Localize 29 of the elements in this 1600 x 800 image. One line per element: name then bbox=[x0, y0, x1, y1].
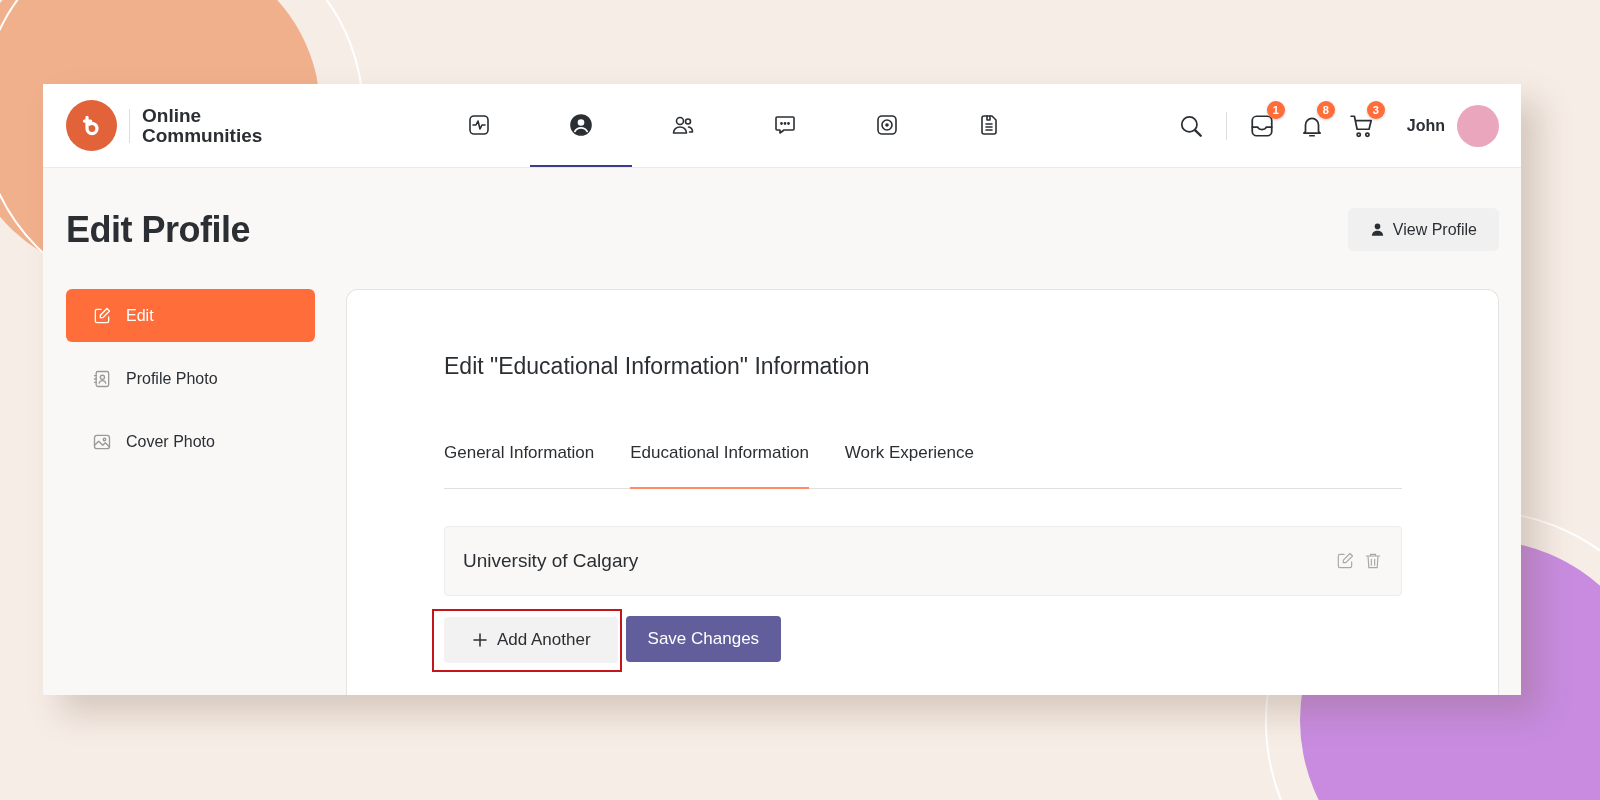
sidebar-item[interactable]: Profile Photo bbox=[66, 352, 315, 405]
count-badge: 3 bbox=[1366, 100, 1385, 119]
tab[interactable]: Work Experience bbox=[844, 435, 974, 489]
inbox-icon[interactable] bbox=[1248, 112, 1275, 139]
user-name[interactable]: John bbox=[1406, 116, 1445, 135]
tab[interactable]: Educational Information bbox=[630, 435, 809, 489]
count-badge: 1 bbox=[1266, 100, 1285, 119]
pencil-icon[interactable] bbox=[1335, 551, 1355, 571]
cart-icon[interactable] bbox=[1348, 112, 1375, 139]
edit-icon bbox=[92, 305, 112, 326]
count-badge: 8 bbox=[1316, 100, 1335, 119]
trash-icon[interactable] bbox=[1363, 551, 1383, 571]
profile-icon bbox=[569, 112, 593, 137]
add-button[interactable]: Add Another bbox=[444, 617, 618, 663]
avatar[interactable] bbox=[1457, 104, 1499, 147]
contact-card-icon bbox=[92, 368, 112, 389]
person-icon bbox=[1369, 222, 1385, 237]
save-button[interactable]: Save Changes bbox=[625, 616, 782, 662]
tab[interactable]: General Information bbox=[444, 435, 595, 489]
sidebar-item[interactable]: Cover Photo bbox=[66, 415, 315, 468]
card-title: Edit "Educational Information" Information bbox=[444, 353, 870, 380]
activity-icon bbox=[467, 112, 491, 137]
plus-icon bbox=[471, 631, 489, 649]
page-title: Edit Profile bbox=[66, 208, 251, 251]
media-icon bbox=[875, 112, 899, 137]
entry-name: University of Calgary bbox=[463, 550, 640, 572]
brand-name: Online Communities bbox=[142, 105, 263, 146]
view-profile-button[interactable]: View Profile bbox=[1347, 208, 1499, 251]
logo-icon[interactable] bbox=[66, 100, 117, 151]
